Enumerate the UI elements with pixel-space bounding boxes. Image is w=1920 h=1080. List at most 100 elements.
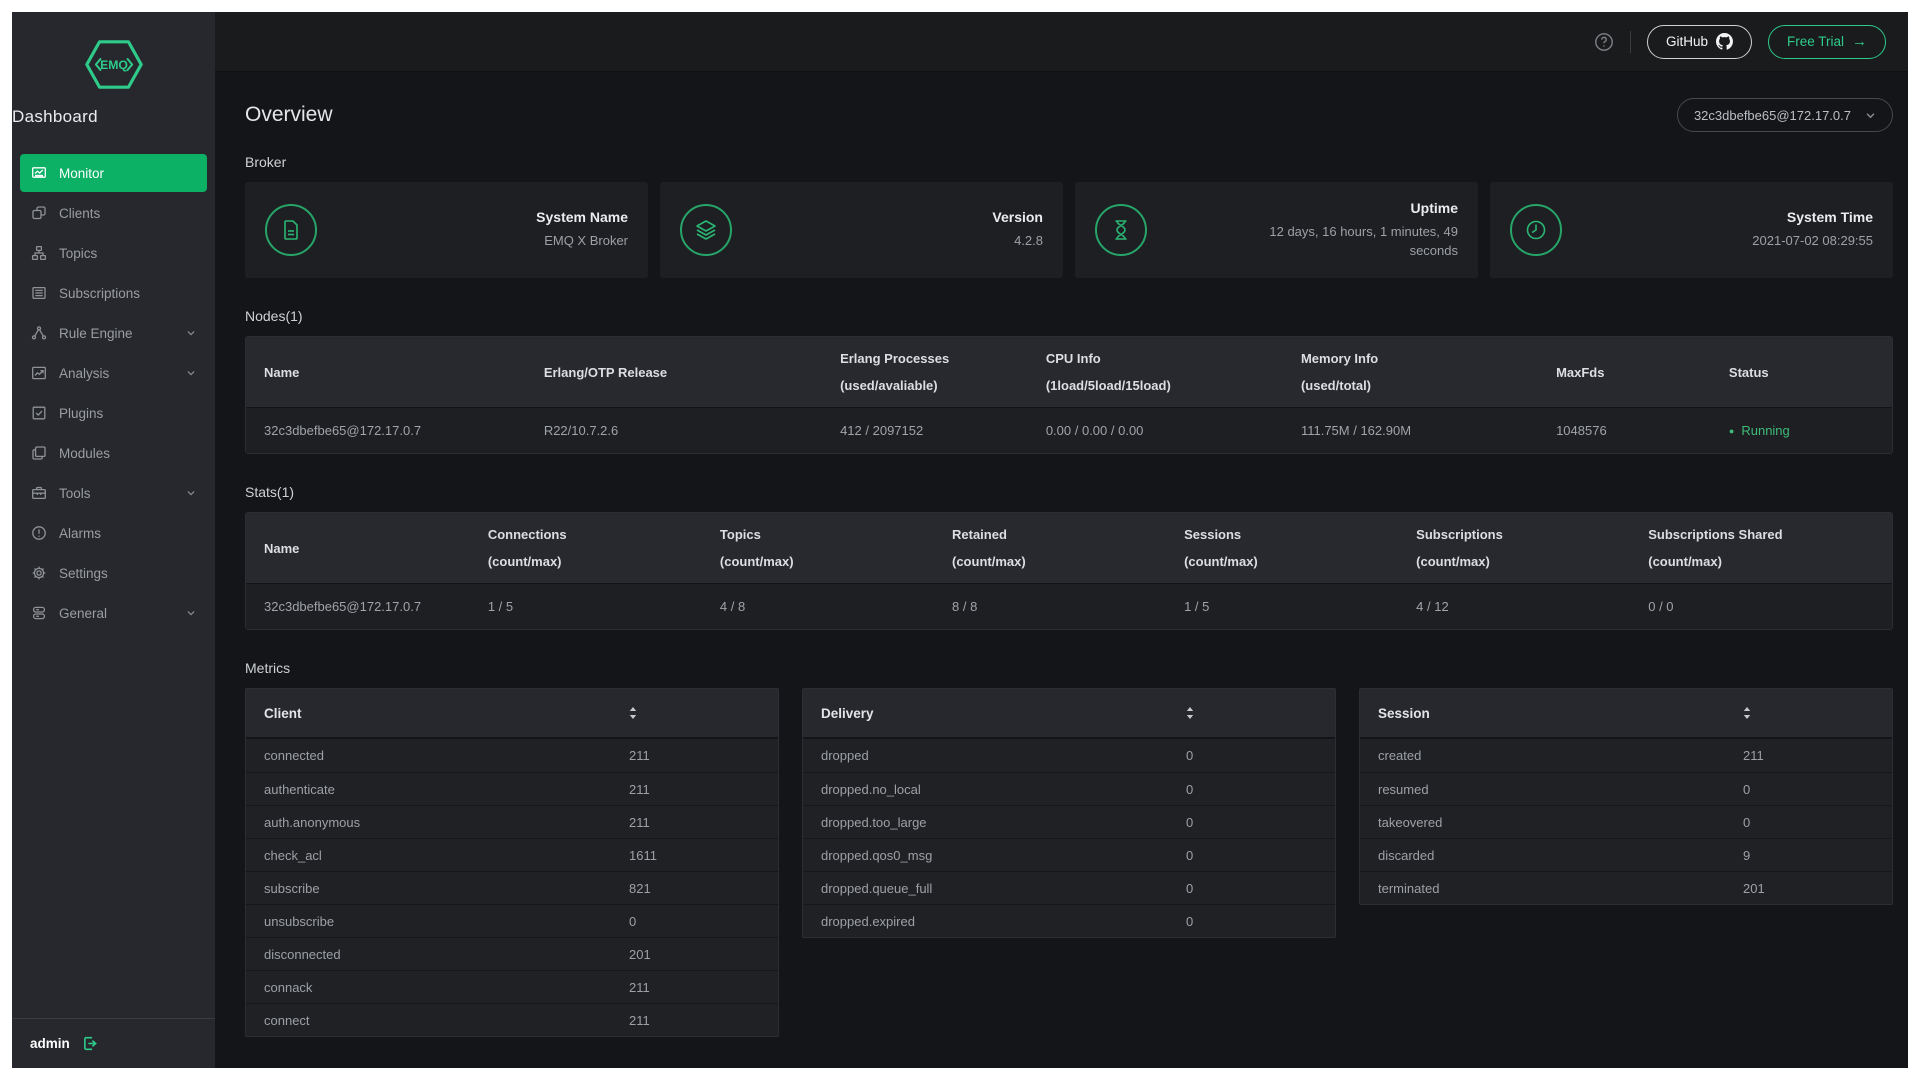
sidebar: EMQ Dashboard Monitor Clients [12,12,215,1068]
sidebar-item-modules[interactable]: Modules [20,434,207,472]
metric-row: check_acl 1611 [246,838,778,871]
sort-caret-icon[interactable] [1741,706,1753,720]
metric-key: takeovered [1360,815,1743,830]
sidebar-item-monitor[interactable]: Monitor [20,154,207,192]
col-header-sessions: Sessions(count/max) [1166,513,1398,583]
node-maxfds-cell: 1048576 [1538,407,1711,453]
stat-topics-cell: 4 / 8 [702,583,934,629]
sidebar-item-topics[interactable]: Topics [20,234,207,272]
metrics-table-title: Session [1378,706,1430,721]
metric-key: subscribe [246,881,629,896]
node-erlang-cell: R22/10.7.2.6 [526,407,822,453]
sort-caret-icon[interactable] [627,706,639,720]
metric-value: 0 [1186,881,1335,896]
metric-key: connack [246,980,629,995]
modules-icon [31,445,47,461]
sidebar-item-label: Rule Engine [59,326,133,341]
sidebar-item-label: Topics [59,246,97,261]
card-title: System Time [1752,209,1873,225]
broker-card-version: Version 4.2.8 [660,182,1063,278]
metric-value: 0 [1743,782,1892,797]
subscriptions-icon [31,285,47,301]
screenshot-frame: EMQ Dashboard Monitor Clients [0,0,1920,1080]
broker-section: Broker System Name EMQ X Broker [245,154,1893,278]
stat-retained-cell: 8 / 8 [934,583,1166,629]
card-value: 4.2.8 [992,232,1043,251]
metrics-section: Metrics Client c [245,660,1893,1037]
metric-key: authenticate [246,782,629,797]
nodes-table-row: 32c3dbefbe65@172.17.0.7 R22/10.7.2.6 412… [246,407,1892,453]
analysis-icon [31,365,47,381]
sidebar-item-analysis[interactable]: Analysis [20,354,207,392]
sidebar-item-settings[interactable]: Settings [20,554,207,592]
stats-table: Name Connections(count/max) Topics(count… [245,512,1893,630]
sidebar-item-general[interactable]: General [20,594,207,632]
metric-value: 0 [1743,815,1892,830]
metric-row: connect 211 [246,1003,778,1036]
sidebar-item-clients[interactable]: Clients [20,194,207,232]
stat-subscriptions-shared-cell: 0 / 0 [1630,583,1892,629]
sidebar-item-label: Modules [59,446,110,461]
metric-value: 211 [629,748,778,763]
sidebar-item-label: Plugins [59,406,103,421]
alarms-icon [31,525,47,541]
metrics-table-title: Client [264,706,302,721]
node-memory-cell: 111.75M / 162.90M [1283,407,1538,453]
metric-row: dropped.too_large 0 [803,805,1335,838]
metric-key: terminated [1360,881,1743,896]
topbar: GitHub Free Trial → [215,12,1908,72]
sidebar-item-tools[interactable]: Tools [20,474,207,512]
metric-value: 0 [1186,815,1335,830]
metric-key: dropped.qos0_msg [803,848,1186,863]
metric-key: dropped [803,748,1186,763]
username: admin [30,1036,70,1051]
metric-key: unsubscribe [246,914,629,929]
node-selector-dropdown[interactable]: 32c3dbefbe65@172.17.0.7 [1677,98,1893,132]
broker-section-label: Broker [245,154,1893,170]
chevron-down-icon [186,608,196,618]
sidebar-item-alarms[interactable]: Alarms [20,514,207,552]
sort-caret-icon[interactable] [1184,706,1196,720]
col-header-retained: Retained(count/max) [934,513,1166,583]
metric-row: connack 211 [246,970,778,1003]
metric-row: dropped.expired 0 [803,904,1335,937]
topics-icon [31,245,47,261]
card-title: Version [992,209,1043,225]
free-trial-button[interactable]: Free Trial → [1768,25,1886,59]
chevron-down-icon [186,368,196,378]
metric-row: created 211 [1360,739,1892,772]
nodes-section: Nodes(1) Name Erlang/OTP Release Erlang … [245,308,1893,454]
stats-table-row: 32c3dbefbe65@172.17.0.7 1 / 5 4 / 8 8 / … [246,583,1892,629]
logout-icon[interactable] [82,1035,99,1052]
github-button[interactable]: GitHub [1647,25,1752,59]
metric-key: dropped.queue_full [803,881,1186,896]
sidebar-item-label: Clients [59,206,100,221]
sidebar-item-label: Tools [59,486,91,501]
metrics-table-title: Delivery [821,706,874,721]
node-processes-cell: 412 / 2097152 [822,407,1028,453]
metric-value: 201 [1743,881,1892,896]
overview-page: Overview 32c3dbefbe65@172.17.0.7 Broker [215,72,1908,1068]
col-header-memory-info: Memory Info(used/total) [1283,337,1538,407]
svg-text:EMQ: EMQ [100,58,128,72]
node-selector-value: 32c3dbefbe65@172.17.0.7 [1694,108,1851,123]
stats-section-label: Stats(1) [245,484,1893,500]
stat-name-cell: 32c3dbefbe65@172.17.0.7 [246,583,470,629]
metric-key: disconnected [246,947,629,962]
help-circle-icon[interactable] [1594,32,1614,52]
sidebar-item-label: Alarms [59,526,101,541]
metric-row: terminated 201 [1360,871,1892,904]
metric-value: 211 [629,980,778,995]
metric-row: discarded 9 [1360,838,1892,871]
sidebar-item-label: Monitor [59,166,104,181]
node-cpu-cell: 0.00 / 0.00 / 0.00 [1028,407,1283,453]
page-title: Overview [245,103,333,127]
sidebar-item-plugins[interactable]: Plugins [20,394,207,432]
metric-row: dropped.no_local 0 [803,772,1335,805]
metric-value: 211 [629,782,778,797]
metric-row: disconnected 201 [246,937,778,970]
metric-key: dropped.too_large [803,815,1186,830]
sidebar-item-subscriptions[interactable]: Subscriptions [20,274,207,312]
metric-row: resumed 0 [1360,772,1892,805]
sidebar-item-rule-engine[interactable]: Rule Engine [20,314,207,352]
